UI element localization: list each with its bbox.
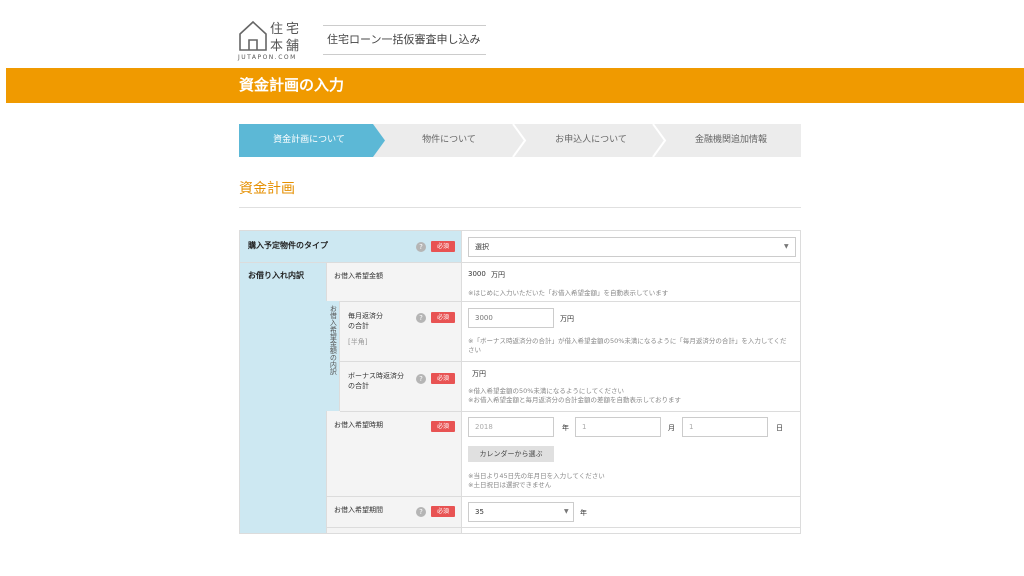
logo-text-line2: 本舗 — [270, 39, 303, 54]
bonus-total-label-line2: の合計 — [348, 382, 369, 390]
desired-period-select[interactable]: 35 — [468, 502, 574, 522]
site-logo[interactable]: 住宅 本舗 JUTAPON.COM — [238, 18, 308, 64]
desired-amount-unit: 万円 — [491, 271, 505, 279]
row-divider — [326, 496, 800, 497]
monthly-total-note: ※「ボーナス時返済分の合計」が借入希望金額の50%未満になるように「毎月返済分の… — [468, 337, 787, 354]
step-bank-info: 金融機関追加情報 — [694, 135, 767, 145]
required-badge: 必須 — [431, 241, 455, 252]
desired-amount-value: 3000 — [468, 270, 486, 278]
service-title: 住宅ローン一括仮審査申し込み — [323, 25, 486, 55]
breakdown-tab-label: お借入希望金額の内訳 — [329, 305, 338, 375]
row-divider — [340, 411, 800, 412]
desired-date-note2: ※土日祝日は選択できません — [468, 481, 552, 489]
property-type-select[interactable]: 選択 — [468, 237, 796, 257]
row-divider — [240, 262, 800, 263]
required-badge: 必須 — [431, 506, 455, 517]
desired-day-input[interactable]: 1 — [682, 417, 768, 437]
logo-domain-text: JUTAPON.COM — [238, 54, 297, 61]
breakdown-vertical-tab: お借入希望金額の内訳 — [326, 301, 340, 411]
monthly-total-label-line1: 毎月返済分 — [348, 312, 383, 320]
desired-amount-label: お借入希望金額 — [334, 272, 383, 280]
help-icon[interactable]: ? — [416, 242, 426, 252]
monthly-total-input[interactable] — [468, 308, 554, 328]
property-type-label: 購入予定物件のタイプ — [248, 241, 328, 250]
page-title: 資金計画の入力 — [239, 76, 345, 94]
desired-amount-note: ※はじめに入力いただいた「お借入希望金額」を自動表示しています — [468, 289, 669, 297]
loan-details-label-cell — [240, 262, 326, 533]
desired-year-input[interactable]: 2018 — [468, 417, 554, 437]
monthly-total-label-line2: の合計 — [348, 322, 369, 330]
calendar-select-button[interactable]: カレンダーから選ぶ — [468, 446, 554, 462]
loan-details-label: お借り入れ内訳 — [248, 271, 304, 280]
step-applicant: お申込人について — [555, 135, 627, 145]
page-title-bar: 資金計画の入力 — [6, 68, 1024, 103]
month-unit: 月 — [668, 424, 675, 432]
chevron-down-icon: ▼ — [784, 243, 789, 250]
bonus-total-note2: ※お借入希望金額と毎月返済分の合計金額の差額を自動表示しております — [468, 396, 682, 404]
column-divider — [461, 231, 462, 533]
desired-period-label: お借入希望期間 — [334, 506, 383, 514]
required-badge: 必須 — [431, 373, 455, 384]
bonus-total-unit: 万円 — [472, 370, 486, 378]
section-divider — [239, 207, 801, 208]
row-divider — [326, 361, 800, 362]
chevron-down-icon: ▼ — [564, 508, 569, 515]
required-badge: 必須 — [431, 421, 455, 432]
desired-period-unit: 年 — [580, 509, 587, 517]
desired-month-input[interactable]: 1 — [575, 417, 661, 437]
house-icon — [239, 20, 267, 51]
required-badge: 必須 — [431, 312, 455, 323]
monthly-total-unit: 万円 — [560, 315, 574, 323]
row-divider — [326, 301, 800, 302]
monthly-total-hint: [半角] — [348, 338, 368, 346]
help-icon[interactable]: ? — [416, 507, 426, 517]
desired-date-label: お借入希望時期 — [334, 421, 383, 429]
year-unit: 年 — [562, 424, 569, 432]
sub-label-column — [326, 262, 461, 533]
bonus-total-label-line1: ボーナス時返済分 — [348, 372, 404, 380]
row-divider — [326, 527, 800, 528]
help-icon[interactable]: ? — [416, 313, 426, 323]
help-icon[interactable]: ? — [416, 374, 426, 384]
progress-steps: 資金計画について 物件について お申込人について 金融機関追加情報 — [239, 124, 801, 157]
funding-plan-form: 購入予定物件のタイプ ? 必須 選択 ▼ お借り入れ内訳 お借入希望金額 300… — [239, 230, 801, 534]
section-title: 資金計画 — [239, 181, 295, 197]
day-unit: 日 — [776, 424, 783, 432]
step-property: 物件について — [422, 135, 476, 145]
step-funding-plan: 資金計画について — [273, 135, 345, 145]
